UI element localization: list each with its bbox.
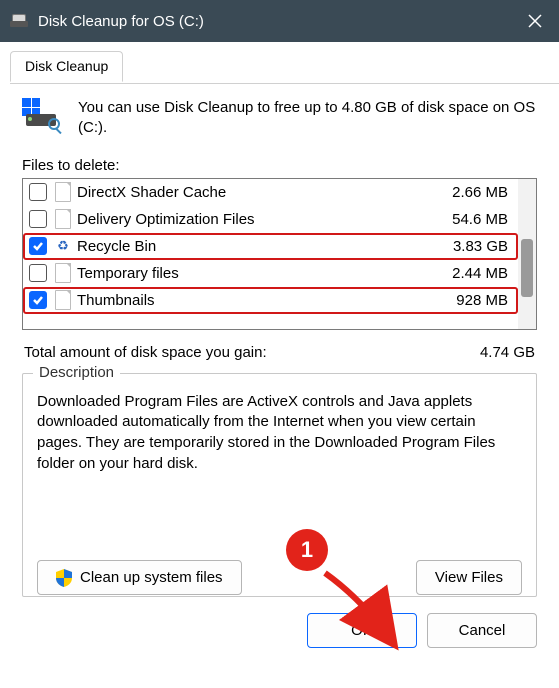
file-icon	[55, 182, 71, 202]
file-checkbox[interactable]	[29, 291, 47, 309]
file-name: Delivery Optimization Files	[77, 211, 418, 228]
description-text: Downloaded Program Files are ActiveX con…	[37, 392, 522, 475]
uac-shield-icon	[56, 569, 72, 587]
files-listbox: DirectX Shader Cache2.66 MBDelivery Opti…	[22, 178, 537, 330]
file-size: 54.6 MB	[418, 211, 508, 228]
file-name: DirectX Shader Cache	[77, 184, 418, 201]
clean-up-system-files-button[interactable]: Clean up system files	[37, 560, 242, 595]
description-title: Description	[33, 364, 120, 381]
file-row[interactable]: DirectX Shader Cache2.66 MB	[23, 179, 518, 206]
close-button[interactable]	[511, 0, 559, 42]
file-icon	[55, 290, 71, 310]
file-checkbox[interactable]	[29, 264, 47, 282]
file-icon	[55, 263, 71, 283]
intro-row: You can use Disk Cleanup to free up to 4…	[22, 98, 537, 139]
clean-up-system-files-label: Clean up system files	[80, 569, 223, 586]
disk-cleanup-icon	[10, 12, 28, 30]
file-row[interactable]: Thumbnails928 MB	[23, 287, 518, 314]
window-title: Disk Cleanup for OS (C:)	[38, 13, 511, 30]
tab-strip: Disk Cleanup	[10, 50, 559, 84]
file-name: Recycle Bin	[77, 238, 418, 255]
view-files-label: View Files	[435, 569, 503, 586]
scrollbar-thumb[interactable]	[521, 239, 533, 297]
total-label: Total amount of disk space you gain:	[24, 344, 267, 361]
file-icon	[55, 209, 71, 229]
cancel-button[interactable]: Cancel	[427, 613, 537, 648]
cancel-label: Cancel	[459, 622, 506, 639]
ok-label: OK	[351, 622, 373, 639]
files-to-delete-label: Files to delete:	[22, 157, 537, 174]
scrollbar[interactable]	[518, 179, 536, 329]
recycle-bin-icon: ♻	[55, 236, 71, 256]
view-files-button[interactable]: View Files	[416, 560, 522, 595]
tab-disk-cleanup[interactable]: Disk Cleanup	[10, 51, 123, 82]
file-row[interactable]: Temporary files2.44 MB	[23, 260, 518, 287]
file-row[interactable]: Delivery Optimization Files54.6 MB	[23, 206, 518, 233]
total-row: Total amount of disk space you gain: 4.7…	[24, 344, 535, 361]
file-name: Thumbnails	[77, 292, 418, 309]
file-size: 2.66 MB	[418, 184, 508, 201]
file-size: 2.44 MB	[418, 265, 508, 282]
total-value: 4.74 GB	[480, 344, 535, 361]
intro-text: You can use Disk Cleanup to free up to 4…	[78, 98, 537, 139]
file-size: 3.83 GB	[418, 238, 508, 255]
file-name: Temporary files	[77, 265, 418, 282]
file-row[interactable]: ♻ Recycle Bin3.83 GB	[23, 233, 518, 260]
dialog-footer: OK Cancel	[0, 597, 559, 664]
disk-cleanup-large-icon	[22, 98, 62, 132]
file-checkbox[interactable]	[29, 210, 47, 228]
file-checkbox[interactable]	[29, 237, 47, 255]
window-body: Disk Cleanup You can use Disk Cleanup to…	[0, 50, 559, 664]
titlebar: Disk Cleanup for OS (C:)	[0, 0, 559, 42]
ok-button[interactable]: OK	[307, 613, 417, 648]
file-checkbox[interactable]	[29, 183, 47, 201]
file-size: 928 MB	[418, 292, 508, 309]
content: You can use Disk Cleanup to free up to 4…	[0, 84, 559, 597]
description-group: Description Downloaded Program Files are…	[22, 373, 537, 597]
